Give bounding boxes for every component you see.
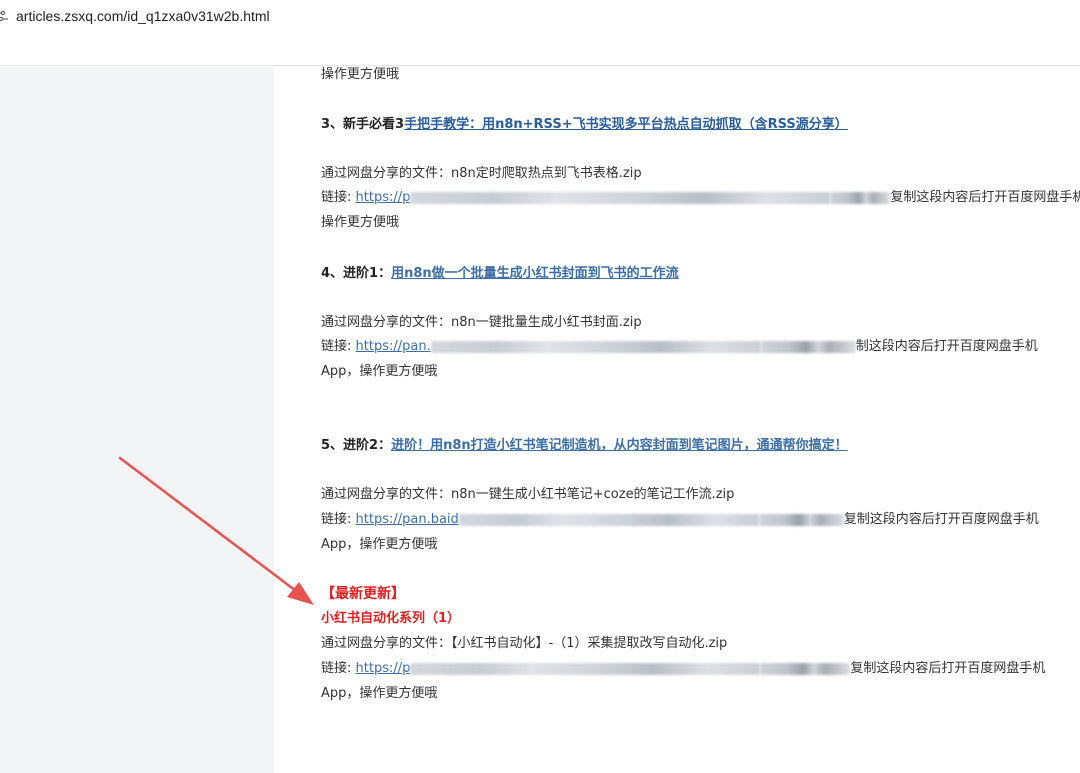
redacted-blur [758,513,844,526]
item4-link[interactable]: 用n8n做一个批量生成小红书封面到飞书的工作流 [391,266,679,281]
item4-file-line: 通过网盘分享的文件：n8n一键批量生成小红书封面.zip [321,315,642,330]
link-label: 链接: [321,661,356,676]
item5-heading: 5、进阶2：进阶！用n8n打造小红书笔记制造机，从内容封面到笔记图片，通通帮你搞… [321,437,848,455]
link-label: 链接: [321,512,356,527]
latest-share-link[interactable]: https://p [356,661,411,676]
item4-tail-line: App，操作更方便哦 [321,364,438,379]
text-line: 操作更方便哦 [321,67,400,82]
item5-share-link[interactable]: https://pan.baid [356,512,459,527]
item3-link-tail: 复制这段内容后打开百度网盘手机App， [890,190,1080,205]
redacted-blur [410,191,831,204]
item3-tail-line: 操作更方便哦 [321,215,400,230]
left-sidebar [0,67,274,773]
latest-file-line: 通过网盘分享的文件：【小红书自动化】-（1）采集提取改写自动化.zip [321,636,728,651]
item4-prefix: 4、进阶1： [321,266,392,281]
url-text[interactable]: articles.zsxq.com/id_q1zxa0v31w2b.html [16,6,270,26]
item3-share-link[interactable]: https://p [356,190,411,205]
toolbar-strip [0,32,1080,66]
item5-link-tail: 复制这段内容后打开百度网盘手机 [843,512,1039,527]
latest-link-line: 链接: https://p 复制这段内容后打开百度网盘手机 [321,660,1045,678]
item3-link[interactable]: 手把手教学：用n8n+RSS+飞书实现多平台热点自动抓取（含RSS源分享） [404,117,848,132]
item4-link-tail: 制这段内容后打开百度网盘手机 [855,339,1038,354]
item4-link-line: 链接: https://pan. 制这段内容后打开百度网盘手机 [321,338,1038,356]
redacted-blur [760,662,851,675]
redacted-blur [410,662,761,675]
redacted-blur [760,340,856,353]
latest-link-tail: 复制这段内容后打开百度网盘手机 [850,661,1046,676]
link-label: 链接: [321,190,356,205]
latest-tail-line: App，操作更方便哦 [321,686,438,701]
item3-link-line: 链接: https://p 复制这段内容后打开百度网盘手机App， [321,189,1080,207]
item5-file-line: 通过网盘分享的文件：n8n一键生成小红书笔记+coze的笔记工作流.zip [321,487,735,502]
item4-share-link[interactable]: https://pan. [356,339,431,354]
redacted-blur [830,191,891,204]
item4-heading: 4、进阶1：用n8n做一个批量生成小红书封面到飞书的工作流 [321,265,679,283]
item5-link-line: 链接: https://pan.baid 复制这段内容后打开百度网盘手机 [321,511,1039,529]
redacted-blur [430,340,761,353]
item3-prefix: 3、新手必看3 [321,117,405,132]
latest-update-heading: 【最新更新】 [321,586,405,602]
item5-prefix: 5、进阶2： [321,438,392,453]
item3-heading: 3、新手必看3手把手教学：用n8n+RSS+飞书实现多平台热点自动抓取（含RSS… [321,116,848,134]
link-label: 链接: [321,339,356,354]
redacted-blur [458,513,759,526]
site-info-icon[interactable] [0,9,8,23]
item5-link[interactable]: 进阶！用n8n打造小红书笔记制造机，从内容封面到笔记图片，通通帮你搞定！ [391,438,848,453]
series-title: 小红书自动化系列（1） [321,611,461,626]
item3-file-line: 通过网盘分享的文件：n8n定时爬取热点到飞书表格.zip [321,166,642,181]
address-bar[interactable]: articles.zsxq.com/id_q1zxa0v31w2b.html [0,0,1080,32]
item5-tail-line: App，操作更方便哦 [321,537,438,552]
